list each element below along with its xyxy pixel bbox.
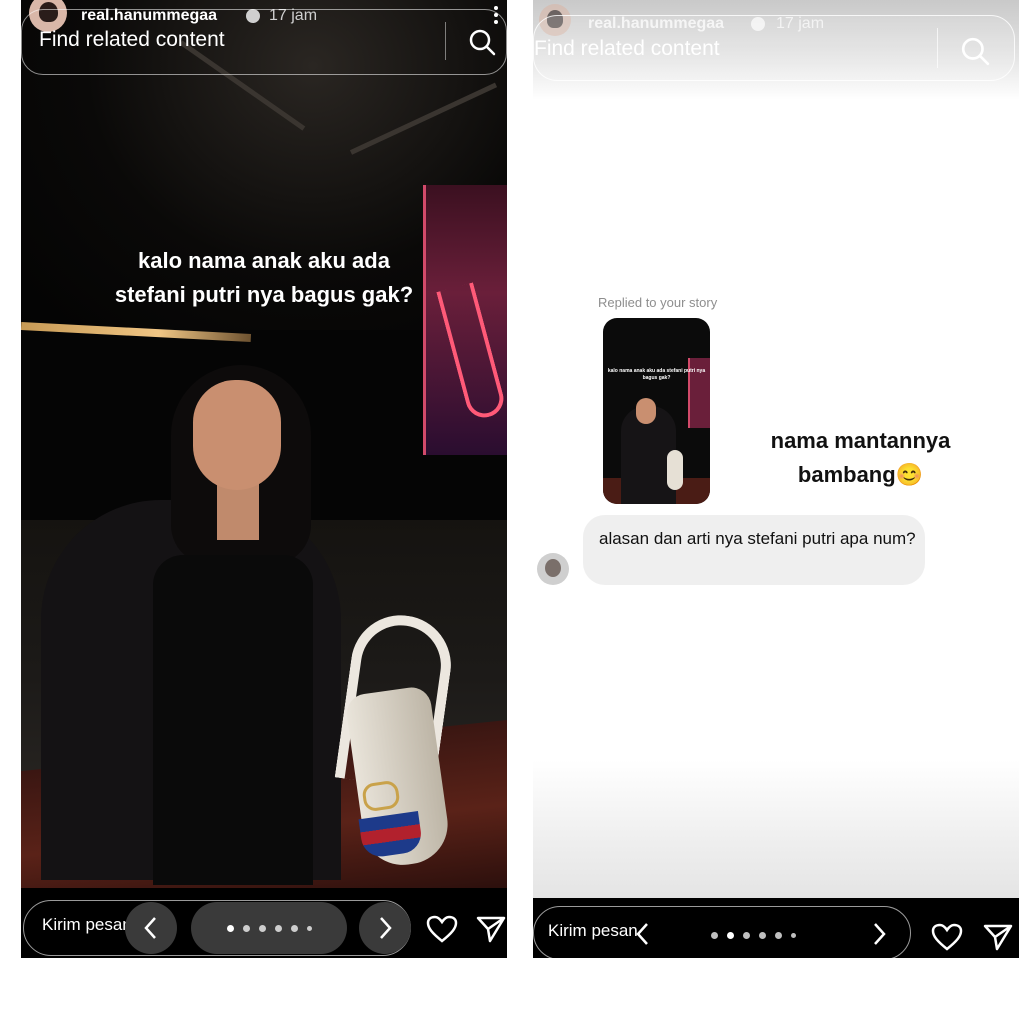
progress-dot xyxy=(258,924,266,932)
thumbnail-handbag xyxy=(667,450,683,490)
story-footer: Kirim pesan xyxy=(21,888,507,958)
progress-dot xyxy=(727,932,734,939)
chevron-left-icon[interactable] xyxy=(635,922,651,946)
story-panel: kalo nama anak aku ada stefani putri nya… xyxy=(21,0,507,958)
progress-dot xyxy=(743,932,750,939)
previous-button[interactable] xyxy=(125,902,177,954)
heart-icon[interactable] xyxy=(426,915,458,943)
search-divider xyxy=(445,22,446,60)
search-icon[interactable] xyxy=(960,36,990,66)
progress-dot xyxy=(242,924,250,932)
incoming-message-bubble[interactable]: alasan dan arti nya stefani putri apa nu… xyxy=(583,515,925,585)
thumbnail-caption: kalo nama anak aku ada stefani putri nya… xyxy=(607,368,706,381)
progress-dot xyxy=(226,924,234,932)
story-thumbnail[interactable]: kalo nama anak aku ada stefani putri nya… xyxy=(603,318,710,504)
heart-icon[interactable] xyxy=(931,923,963,951)
message-placeholder: Kirim pesan xyxy=(42,915,132,934)
progress-dot xyxy=(711,932,718,939)
progress-dot xyxy=(274,924,282,932)
reply-line: bambang😊 xyxy=(723,458,998,492)
search-bar[interactable]: Find related content xyxy=(21,9,507,75)
chevron-left-icon xyxy=(144,917,156,939)
dm-panel: real.hanummegaa 17 jam Find related cont… xyxy=(533,0,1019,958)
sender-avatar[interactable] xyxy=(537,553,569,585)
search-label: Find related content xyxy=(39,28,225,51)
story-reply-message: nama mantannya bambang😊 xyxy=(723,424,998,492)
progress-dot xyxy=(791,933,796,938)
progress-dot xyxy=(306,925,312,931)
replied-to-story-label: Replied to your story xyxy=(598,295,718,310)
footer-gradient xyxy=(533,760,1019,900)
send-icon[interactable] xyxy=(476,915,506,943)
progress-dot xyxy=(775,932,782,939)
next-button[interactable] xyxy=(359,902,411,954)
story-caption: kalo nama anak aku ada stefani putri nya… xyxy=(21,244,507,312)
message-placeholder: Kirim pesan xyxy=(548,921,638,940)
chevron-right-icon xyxy=(380,917,392,939)
smile-emoji-icon: 😊 xyxy=(895,462,924,487)
reply-text: bambang xyxy=(797,462,896,487)
story-progress-dots xyxy=(711,932,796,939)
incoming-message-text: alasan dan arti nya stefani putri apa nu… xyxy=(599,529,916,548)
story-caption-line: stefani putri nya bagus gak? xyxy=(114,282,414,307)
search-label: Find related content xyxy=(534,37,720,60)
send-icon[interactable] xyxy=(983,923,1013,951)
story-progress-dots xyxy=(191,902,347,954)
story-photo xyxy=(21,0,507,958)
search-divider xyxy=(937,28,938,68)
progress-dot xyxy=(759,932,766,939)
story-header: real.hanummegaa 17 jam Find related cont… xyxy=(21,0,507,80)
progress-dot xyxy=(290,924,298,932)
person-dress xyxy=(153,555,313,885)
reply-line: nama mantannya xyxy=(770,428,951,453)
person-face xyxy=(193,380,281,490)
chevron-right-icon[interactable] xyxy=(871,922,887,946)
story-caption-line: kalo nama anak aku ada xyxy=(138,248,390,273)
thumbnail-face xyxy=(636,398,656,424)
search-bar[interactable]: Find related content xyxy=(533,15,1015,81)
search-icon[interactable] xyxy=(468,28,496,56)
dm-footer: Kirim pesan xyxy=(533,898,1019,958)
